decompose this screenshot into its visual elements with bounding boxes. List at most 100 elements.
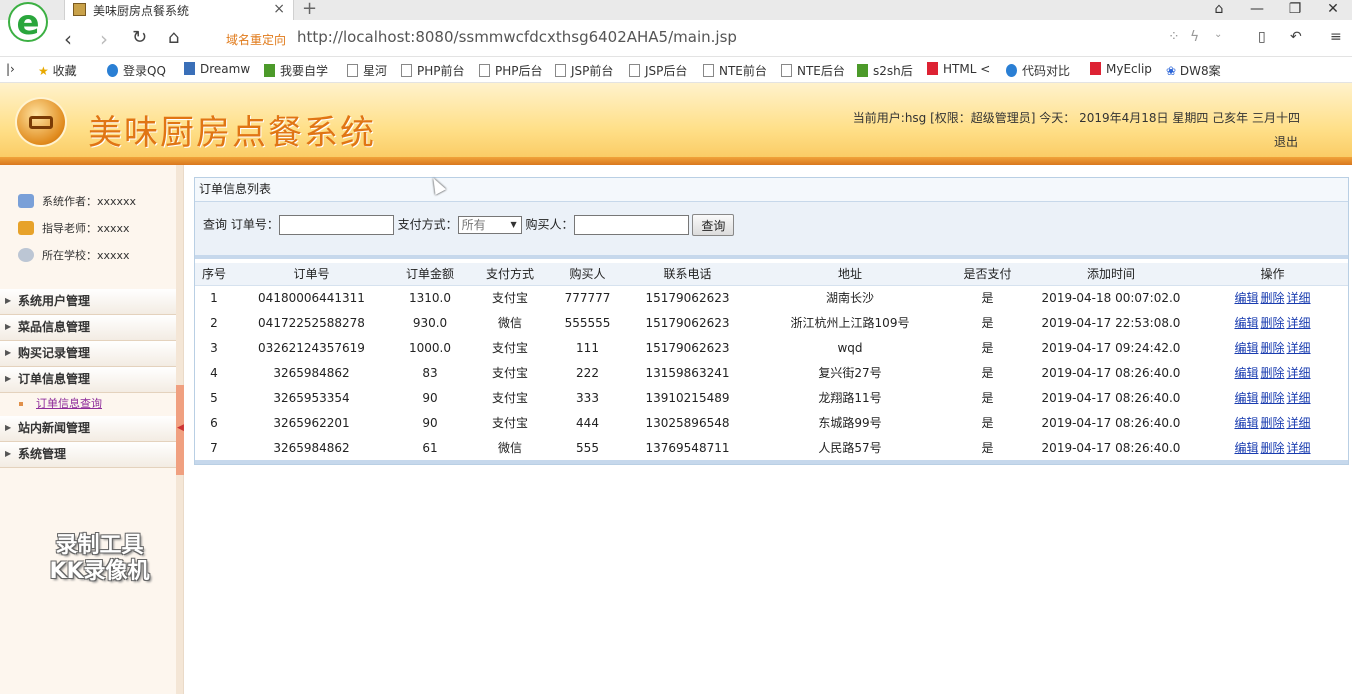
panel-bottom-border: [195, 460, 1348, 464]
table-row: 3 03262124357619 1000.0 支付宝 111 15179062623 wq…: [195, 335, 1348, 360]
edit-link[interactable]: 编辑: [1234, 341, 1258, 355]
bookmark-item[interactable]: PHP前台: [401, 62, 465, 79]
table-cell: 3265984862: [273, 440, 350, 455]
bookmark-item[interactable]: 代码对比: [1006, 62, 1070, 79]
bookmark-item[interactable]: 我要自学: [264, 62, 328, 79]
buyer-input[interactable]: [573, 215, 689, 235]
star-icon: ★: [38, 64, 49, 78]
column-header: 订单号: [233, 263, 390, 286]
undo-icon[interactable]: ↶: [1290, 29, 1302, 45]
browser-tab[interactable]: 美味厨房点餐系统 ×: [64, 0, 294, 20]
sidebar-item-dishes[interactable]: ▶ 菜品信息管理: [0, 315, 176, 341]
sidebar-item-users[interactable]: ▶ 系统用户管理: [0, 289, 176, 315]
back-icon[interactable]: ‹: [64, 27, 72, 51]
table-cell: 111: [576, 340, 599, 355]
close-tab-icon[interactable]: ×: [273, 1, 285, 17]
column-header: 序号: [195, 263, 233, 286]
table-cell: 222: [576, 365, 599, 380]
new-tab-button[interactable]: +: [302, 0, 317, 19]
table-cell: 555555: [564, 315, 611, 330]
menu-icon[interactable]: ≡: [1330, 29, 1342, 45]
bookmark-item[interactable]: 登录QQ: [107, 62, 166, 79]
column-header: 订单金额: [390, 263, 470, 286]
table-cell: 微信: [497, 441, 522, 455]
table-cell: 555: [576, 440, 599, 455]
bookmark-item[interactable]: JSP后台: [629, 62, 687, 79]
detail-link[interactable]: 详细: [1287, 416, 1311, 430]
edit-link[interactable]: 编辑: [1234, 366, 1258, 380]
delete-link[interactable]: 删除: [1260, 416, 1284, 430]
table-cell: 1: [210, 290, 218, 305]
bookmark-item[interactable]: NTE后台: [781, 62, 845, 79]
bookmark-item[interactable]: ❀ DW8案: [1166, 62, 1221, 79]
author-info: 系统作者：xxxxxx: [18, 193, 136, 209]
edit-link[interactable]: 编辑: [1234, 391, 1258, 405]
edit-link[interactable]: 编辑: [1234, 441, 1258, 455]
detail-link[interactable]: 详细: [1287, 366, 1311, 380]
table-cell: 支付宝: [491, 416, 528, 430]
sidebar-item-news[interactable]: ▶ 站内新闻管理: [0, 416, 176, 442]
table-cell: 61: [422, 440, 438, 455]
detail-link[interactable]: 详细: [1287, 441, 1311, 455]
detail-link[interactable]: 详细: [1287, 391, 1311, 405]
detail-link[interactable]: 详细: [1287, 341, 1311, 355]
edit-link[interactable]: 编辑: [1234, 416, 1258, 430]
url-input[interactable]: http://localhost:8080/ssmmwcfdcxthsg6402…: [297, 28, 737, 46]
column-header: 地址: [750, 263, 950, 286]
sidebar-item-system[interactable]: ▶ 系统管理: [0, 442, 176, 468]
redirect-label[interactable]: 域名重定向: [226, 31, 286, 48]
sidebar-subitem-order-query[interactable]: 订单信息查询: [0, 393, 176, 416]
sidebar-toggle-icon[interactable]: |›: [6, 62, 15, 76]
close-window-button[interactable]: ✕: [1314, 0, 1352, 20]
table-cell: 15179062623: [645, 340, 730, 355]
apps-icon[interactable]: ⁘: [1168, 29, 1180, 45]
bookmark-item[interactable]: PHP后台: [479, 62, 543, 79]
delete-link[interactable]: 删除: [1260, 291, 1284, 305]
bookmark-item[interactable]: ★ 收藏: [38, 62, 77, 79]
lightning-icon[interactable]: ϟ: [1190, 29, 1199, 45]
delete-link[interactable]: 删除: [1260, 391, 1284, 405]
bookmark-item[interactable]: NTE前台: [703, 62, 767, 79]
collapse-handle[interactable]: ◀: [176, 385, 184, 475]
dropdown-icon[interactable]: ⌄: [1214, 29, 1222, 40]
order-number-input[interactable]: [278, 215, 394, 235]
home-icon[interactable]: ⌂: [168, 27, 179, 48]
edit-link[interactable]: 编辑: [1234, 316, 1258, 330]
table-cell: 2019-04-17 08:26:40.0: [1041, 415, 1181, 430]
logout-link[interactable]: 退出: [1274, 133, 1298, 150]
pin-icon[interactable]: ⌂: [1200, 0, 1238, 20]
restore-button[interactable]: ❐: [1276, 0, 1314, 20]
pay-method-select[interactable]: 所有 ▼: [457, 216, 522, 234]
table-cell: 是: [981, 341, 994, 355]
bookmark-item[interactable]: JSP前台: [555, 62, 613, 79]
table-cell: 1000.0: [409, 340, 451, 355]
row-actions: 编辑 删除 详细: [1197, 335, 1348, 360]
browser-tab-bar: 美味厨房点餐系统 × + ⌂ — ❐ ✕: [0, 0, 1352, 20]
reading-icon[interactable]: ▯: [1258, 29, 1266, 45]
delete-link[interactable]: 删除: [1260, 341, 1284, 355]
table-cell: 2019-04-18 00:07:02.0: [1041, 290, 1181, 305]
detail-link[interactable]: 详细: [1287, 316, 1311, 330]
sidebar-item-orders[interactable]: ▶ 订单信息管理: [0, 367, 176, 393]
browser-tab-title: 美味厨房点餐系统: [93, 4, 190, 18]
delete-link[interactable]: 删除: [1260, 441, 1284, 455]
table-cell: 支付宝: [491, 366, 528, 380]
delete-link[interactable]: 删除: [1260, 366, 1284, 380]
edit-link[interactable]: 编辑: [1234, 291, 1258, 305]
forward-icon[interactable]: ›: [100, 27, 108, 51]
bookmark-item[interactable]: Dreamw: [184, 62, 250, 76]
table-row: 6 3265962201 90 支付宝 444 13025896548 东城路99号 是 201…: [195, 410, 1348, 435]
sidebar-item-purchases[interactable]: ▶ 购买记录管理: [0, 341, 176, 367]
sidebar-splitter[interactable]: ◀: [176, 165, 184, 694]
minimize-button[interactable]: —: [1238, 0, 1276, 20]
delete-link[interactable]: 删除: [1260, 316, 1284, 330]
bookmark-item[interactable]: MyEclip: [1090, 62, 1152, 76]
table-cell: 444: [576, 415, 599, 430]
row-actions: 编辑 删除 详细: [1197, 385, 1348, 410]
bookmark-item[interactable]: HTML <: [927, 62, 990, 76]
bookmark-item[interactable]: 星河: [347, 62, 387, 79]
bookmark-item[interactable]: s2sh后: [857, 62, 913, 79]
search-button[interactable]: 查询: [692, 214, 735, 236]
detail-link[interactable]: 详细: [1287, 291, 1311, 305]
reload-icon[interactable]: ↻: [132, 27, 147, 48]
